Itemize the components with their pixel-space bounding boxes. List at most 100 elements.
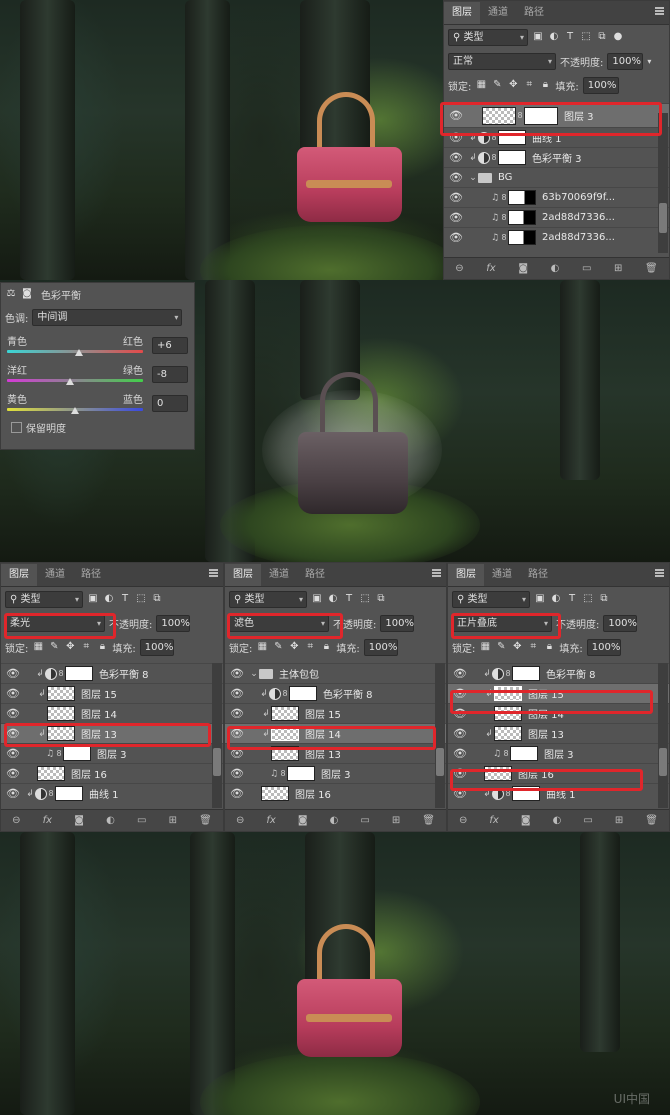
scrollbar[interactable] (658, 663, 668, 808)
eye-icon[interactable]: 👁︎ (1, 667, 25, 680)
filter-type-icon[interactable]: T (343, 593, 355, 605)
lock-move-icon[interactable]: ✥ (288, 641, 300, 653)
layer-name[interactable]: 图层 13 (522, 726, 564, 741)
filter-smart-icon[interactable]: ⧉ (151, 593, 163, 605)
tab-layers[interactable]: 图层 (1, 564, 37, 586)
layer-filter-select[interactable]: ⚲ 类型 ▾ (448, 28, 528, 46)
link-icon[interactable]: 8 (490, 153, 498, 162)
eye-icon[interactable]: 👁︎ (444, 151, 468, 164)
layer-name[interactable]: 2ad88d7336... (536, 232, 615, 243)
layer-row[interactable]: 👁︎ ↲ 8 色彩平衡 8 (448, 663, 669, 683)
new-adjustment-icon[interactable]: ◐ (330, 815, 339, 826)
link-icon[interactable]: 8 (500, 233, 508, 242)
lock-artboard-icon[interactable]: ⌗ (527, 641, 539, 653)
filter-type-icon[interactable]: T (566, 593, 578, 605)
layer-name[interactable]: BG (492, 172, 512, 183)
fill-input[interactable]: 100% (582, 76, 619, 94)
link-icon[interactable]: 8 (57, 669, 65, 678)
filter-smart-icon[interactable]: ⧉ (598, 593, 610, 605)
link-layers-icon[interactable]: ⊖ (455, 263, 463, 274)
new-adjustment-icon[interactable]: ◐ (553, 815, 562, 826)
layer-row[interactable]: 👁︎ 图层 16 (1, 763, 223, 783)
eye-icon[interactable]: 👁︎ (1, 687, 25, 700)
filter-shape-icon[interactable]: ⬚ (582, 593, 594, 605)
filter-pixel-icon[interactable]: ▣ (534, 593, 546, 605)
filter-toggle-icon[interactable]: ● (612, 31, 624, 43)
layer-row[interactable]: 👁︎ ♫ 8 图层 3 (448, 743, 669, 763)
layer-filter-select[interactable]: ⚲ 类型 ▾ (452, 590, 530, 608)
layer-name[interactable]: 主体包包 (273, 666, 319, 681)
blend-mode-select[interactable]: 正常 ▾ (448, 52, 556, 70)
tab-channels[interactable]: 通道 (261, 564, 297, 586)
fill-input[interactable]: 100% (363, 638, 398, 656)
tone-select[interactable]: 中间调 ▾ (32, 308, 183, 326)
layer-name[interactable]: 色彩平衡 3 (526, 150, 582, 165)
lock-move-icon[interactable]: ✥ (511, 641, 523, 653)
trash-icon[interactable]: 🗑︎ (645, 815, 658, 826)
tab-channels[interactable]: 通道 (37, 564, 73, 586)
lock-all-icon[interactable]: 🔒︎ (543, 641, 555, 653)
layer-name[interactable]: 色彩平衡 8 (317, 686, 373, 701)
link-icon[interactable]: 8 (47, 789, 55, 798)
lock-artboard-icon[interactable]: ⌗ (304, 641, 316, 653)
tab-paths[interactable]: 路径 (297, 564, 333, 586)
link-icon[interactable]: 8 (504, 669, 512, 678)
layer-row[interactable]: 👁︎ ↲ 8 色彩平衡 3 (444, 147, 669, 167)
lock-artboard-icon[interactable]: ⌗ (80, 641, 92, 653)
layer-row[interactable]: 👁︎ ↲ 图层 15 (225, 703, 446, 723)
fx-icon[interactable]: fx (486, 263, 495, 274)
slider-value-input[interactable]: 0 (152, 395, 188, 412)
layer-name[interactable]: 图层 14 (75, 706, 117, 721)
opacity-input[interactable]: 100% (607, 52, 644, 70)
filter-adjustment-icon[interactable]: ◐ (550, 593, 562, 605)
new-layer-icon[interactable]: ⊞ (615, 815, 623, 826)
layer-row[interactable]: 👁︎ 图层 14 (1, 703, 223, 723)
eye-icon[interactable]: 👁︎ (225, 767, 249, 780)
eye-icon[interactable]: 👁︎ (1, 707, 25, 720)
new-group-icon[interactable]: ▭ (582, 263, 591, 274)
layer-name[interactable]: 图层 15 (299, 706, 341, 721)
chevron-down-icon[interactable]: ⌄ (468, 173, 478, 183)
layer-row[interactable]: 👁︎ ↲ 8 色彩平衡 8 (1, 663, 223, 683)
link-icon[interactable]: 8 (502, 749, 510, 758)
slider-handle[interactable] (75, 349, 83, 356)
lock-brush-icon[interactable]: ✎ (48, 641, 60, 653)
filter-adjustment-icon[interactable]: ◐ (103, 593, 115, 605)
layer-filter-select[interactable]: ⚲ 类型 ▾ (5, 590, 83, 608)
scrollbar[interactable] (212, 663, 222, 808)
layer-name[interactable]: 图层 16 (289, 786, 331, 801)
layer-row[interactable]: 👁︎ ↲ 8 曲线 1 (1, 783, 223, 803)
fx-icon[interactable]: fx (266, 815, 275, 826)
opacity-input[interactable]: 100% (380, 614, 415, 632)
fill-input[interactable]: 100% (139, 638, 174, 656)
eye-icon[interactable]: 👁︎ (1, 787, 25, 800)
layer-name[interactable]: 图层 15 (75, 686, 117, 701)
lock-all-icon[interactable]: 🔒︎ (96, 641, 108, 653)
layer-name[interactable]: 图层 16 (65, 766, 107, 781)
slider-handle[interactable] (66, 378, 74, 385)
eye-icon[interactable]: 👁︎ (444, 171, 468, 184)
filter-shape-icon[interactable]: ⬚ (359, 593, 371, 605)
new-layer-icon[interactable]: ⊞ (392, 815, 400, 826)
preserve-checkbox[interactable] (11, 421, 22, 433)
tab-paths[interactable]: 路径 (516, 2, 552, 24)
filter-smart-icon[interactable]: ⧉ (375, 593, 387, 605)
layer-name[interactable]: 图层 3 (315, 766, 351, 781)
link-layers-icon[interactable]: ⊖ (236, 815, 244, 826)
filter-shape-icon[interactable]: ⬚ (580, 31, 592, 43)
filter-smart-icon[interactable]: ⧉ (596, 31, 608, 43)
eye-icon[interactable]: 👁︎ (444, 231, 468, 244)
filter-pixel-icon[interactable]: ▣ (532, 31, 544, 43)
chevron-down-icon[interactable]: ▾ (647, 57, 651, 66)
lock-move-icon[interactable]: ✥ (507, 79, 519, 91)
tab-channels[interactable]: 通道 (484, 564, 520, 586)
new-layer-icon[interactable]: ⊞ (614, 263, 622, 274)
panel-menu-icon[interactable] (655, 7, 664, 15)
add-mask-icon[interactable]: ◙ (518, 263, 528, 274)
layer-row[interactable]: 👁︎ ♫ 8 图层 3 (225, 763, 446, 783)
eye-icon[interactable]: 👁︎ (225, 687, 249, 700)
link-icon[interactable]: 8 (500, 213, 508, 222)
link-icon[interactable]: 8 (281, 689, 289, 698)
lock-transparent-icon[interactable]: ▦ (32, 641, 44, 653)
new-group-icon[interactable]: ▭ (583, 815, 592, 826)
